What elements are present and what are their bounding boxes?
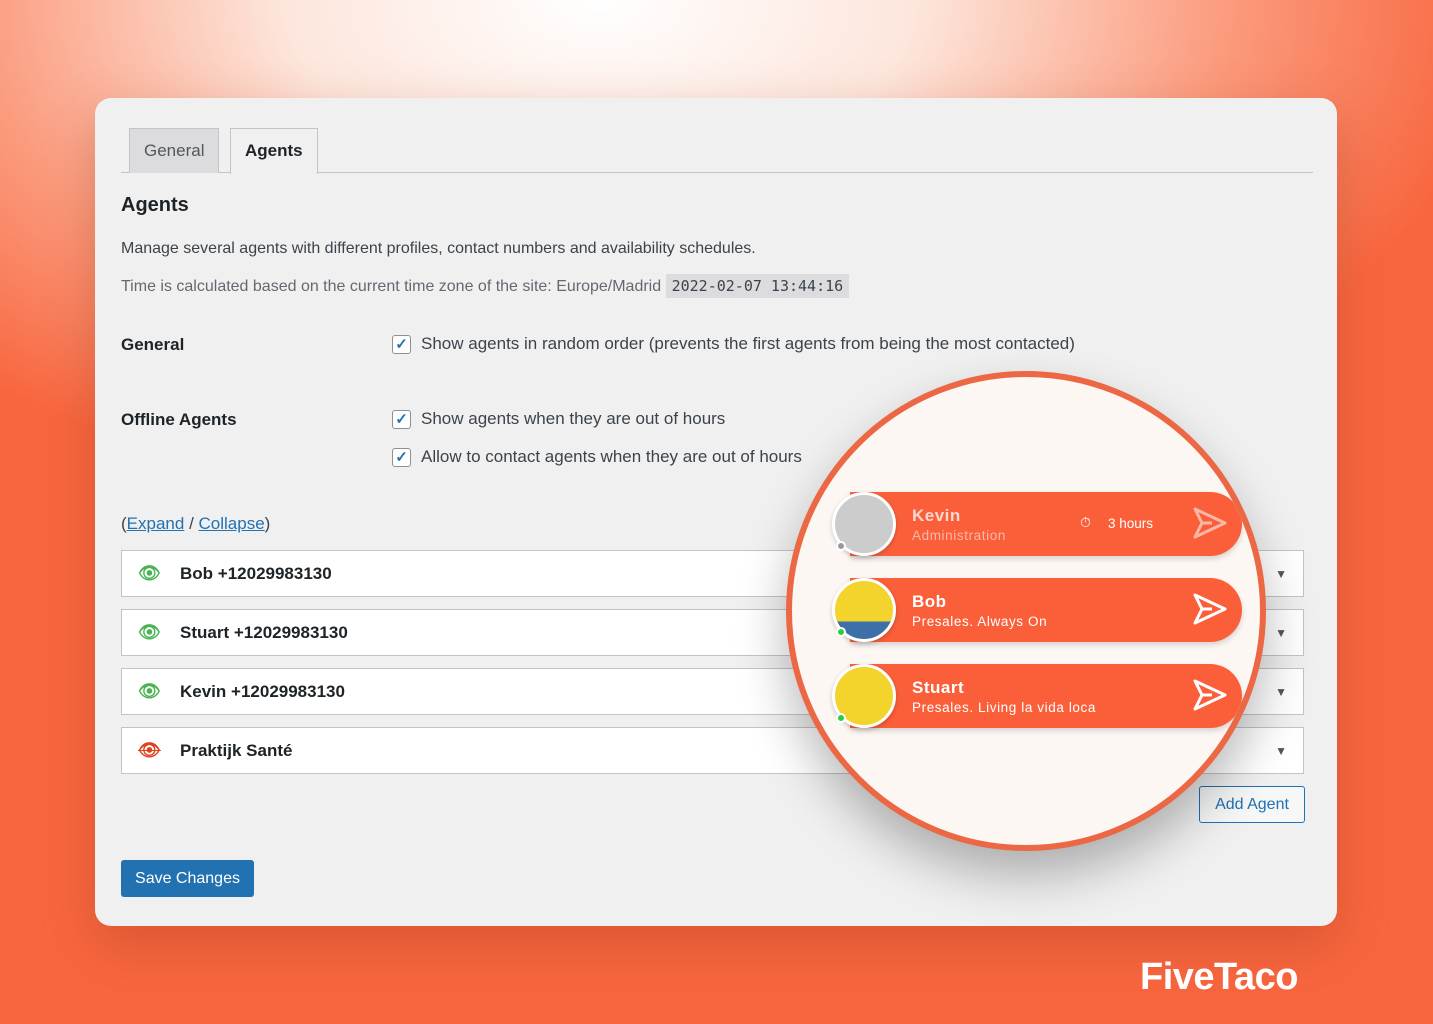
allow-contact-checkbox[interactable]: ✓ Allow to contact agents when they are … [392, 447, 802, 467]
agent-phone: +12029983130 [233, 622, 348, 642]
save-changes-button[interactable]: Save Changes [121, 860, 254, 897]
send-icon [1193, 593, 1227, 625]
page-title: Agents [121, 194, 189, 216]
agent-subtitle: Presales. Living la vida loca [912, 700, 1096, 715]
checkbox-label: Show agents when they are out of hours [421, 409, 726, 428]
add-agent-button[interactable]: Add Agent [1199, 786, 1305, 823]
expand-link[interactable]: Expand [127, 514, 185, 533]
show-offline-checkbox[interactable]: ✓ Show agents when they are out of hours [392, 409, 725, 429]
current-time: 2022-02-07 13:44:16 [665, 274, 850, 298]
time-label: 3 hours [1108, 516, 1154, 531]
expand-collapse: (Expand / Collapse) [121, 514, 270, 534]
offline-agents-label: Offline Agents [121, 410, 237, 429]
caret-down-icon[interactable]: ▼ [1275, 744, 1287, 758]
preview-agent-stuart[interactable]: Stuart Presales. Living la vida loca [850, 664, 1242, 728]
caret-down-icon[interactable]: ▼ [1275, 567, 1287, 581]
agent-phone: +12029983130 [231, 681, 345, 701]
eye-icon[interactable]: 👁 [138, 681, 162, 702]
checkbox-label: Allow to contact agents when they are ou… [421, 447, 802, 466]
tab-agents[interactable]: Agents [230, 128, 318, 174]
status-dot-offline [836, 541, 846, 551]
agent-subtitle: Administration [912, 528, 1006, 543]
preview-agent-kevin[interactable]: Kevin Administration ⏱ 3 hours [850, 492, 1242, 556]
general-label: General [121, 335, 185, 354]
tab-general[interactable]: General [129, 128, 220, 173]
random-order-checkbox[interactable]: ✓ Show agents in random order (prevents … [392, 334, 1075, 354]
send-icon [1193, 507, 1227, 539]
agent-name: Praktijk Santé [180, 740, 293, 760]
status-dot-online [836, 627, 846, 637]
clock-icon: ⏱ [1080, 514, 1091, 530]
checkmark-icon[interactable]: ✓ [392, 409, 411, 429]
separator: / [184, 514, 199, 533]
agent-name: Bob [912, 592, 947, 611]
preview-magnifier: Kevin Administration ⏱ 3 hours Bob Presa… [786, 371, 1266, 851]
caret-down-icon[interactable]: ▼ [1275, 626, 1287, 640]
caret-down-icon[interactable]: ▼ [1275, 685, 1287, 699]
agent-name: Bob [180, 563, 214, 583]
paren: ) [264, 514, 271, 533]
agent-name: Stuart [912, 678, 965, 697]
brand-logo: FiveTaco [1140, 956, 1298, 998]
eye-slash-icon[interactable]: 👁 [138, 740, 162, 761]
agent-name: Kevin [912, 506, 961, 525]
preview-agent-bob[interactable]: Bob Presales. Always On [850, 578, 1242, 642]
eye-icon[interactable]: 👁 [138, 563, 162, 584]
tab-bar: General Agents [121, 128, 1313, 174]
agent-subtitle: Presales. Always On [912, 614, 1048, 629]
checkmark-icon[interactable]: ✓ [392, 447, 411, 467]
send-icon [1193, 679, 1227, 711]
agent-name: Kevin [180, 681, 227, 701]
checkbox-label: Show agents in random order (prevents th… [421, 334, 1075, 353]
timezone-info: Time is calculated based on the current … [121, 274, 850, 298]
collapse-link[interactable]: Collapse [199, 514, 265, 533]
status-dot-online [836, 713, 846, 723]
checkmark-icon[interactable]: ✓ [392, 334, 411, 354]
agent-phone: +12029983130 [217, 563, 332, 583]
description: Manage several agents with different pro… [121, 240, 756, 257]
timezone-text: Time is calculated based on the current … [121, 278, 662, 295]
agent-name: Stuart [180, 622, 230, 642]
eye-icon[interactable]: 👁 [138, 622, 162, 643]
